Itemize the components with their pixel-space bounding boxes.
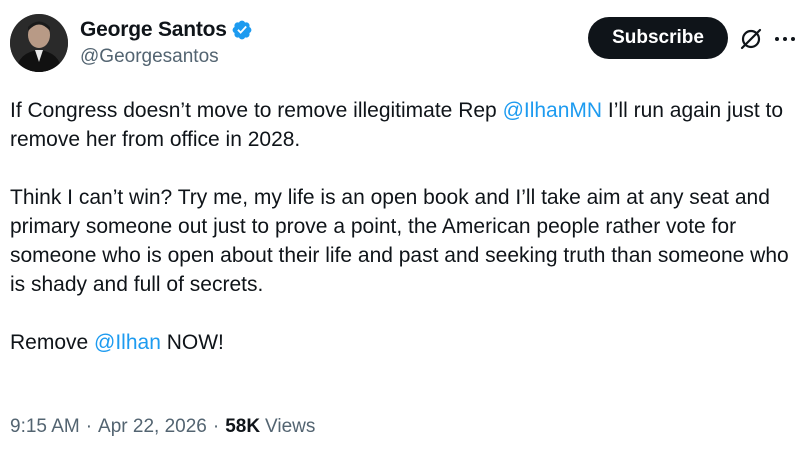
tweet-paragraph: Remove @Ilhan NOW! — [10, 328, 790, 357]
mention-link[interactable]: @IlhanMN — [503, 99, 603, 122]
tweet-card: George Santos @Georgesantos Subscribe If… — [0, 0, 800, 451]
meta-separator: · — [212, 416, 220, 437]
more-dots-icon[interactable] — [772, 26, 798, 52]
views-count: 58K — [225, 416, 261, 437]
tweet-text-segment: If Congress doesn’t move to remove illeg… — [10, 99, 503, 122]
author-handle[interactable]: @Georgesantos — [80, 46, 253, 68]
tweet-paragraph: Think I can’t win? Try me, my life is an… — [10, 186, 789, 296]
name-row: George Santos — [80, 16, 253, 44]
subscribe-button[interactable]: Subscribe — [588, 17, 728, 59]
tweet-header: George Santos @Georgesantos Subscribe — [10, 14, 795, 74]
verified-badge-icon[interactable] — [231, 19, 253, 41]
meta-separator: · — [85, 416, 93, 437]
grok-slash-circle-icon[interactable] — [738, 26, 764, 52]
tweet-time[interactable]: 9:15 AM — [10, 416, 80, 438]
tweet-paragraph: If Congress doesn’t move to remove illeg… — [10, 96, 790, 154]
tweet-meta: 9:15 AM · Apr 22, 2026 · 58K Views — [10, 416, 315, 438]
avatar-portrait-icon — [10, 14, 68, 72]
tweet-text-segment: NOW! — [160, 331, 224, 354]
display-name[interactable]: George Santos — [80, 18, 227, 42]
author-block: George Santos @Georgesantos — [80, 16, 253, 68]
views-label: Views — [265, 416, 316, 437]
tweet-date[interactable]: Apr 22, 2026 — [98, 416, 207, 438]
tweet-text-segment: Remove — [10, 331, 95, 354]
avatar[interactable] — [10, 14, 68, 72]
mention-link[interactable]: @Ilhan — [94, 331, 161, 354]
tweet-text: If Congress doesn’t move to remove illeg… — [10, 96, 790, 357]
